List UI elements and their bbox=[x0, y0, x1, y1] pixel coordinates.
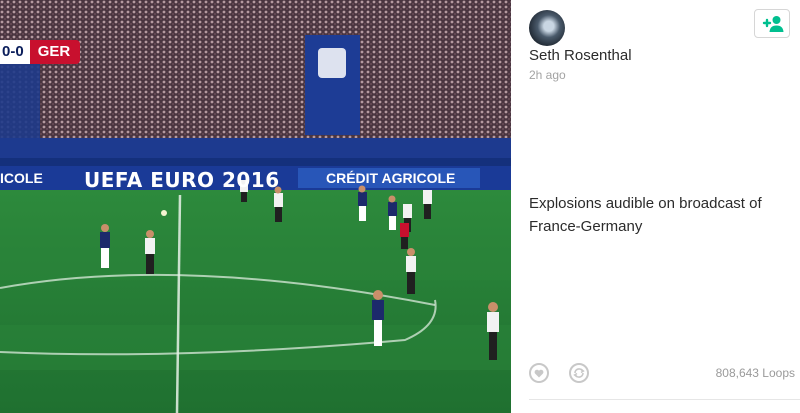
follow-button[interactable] bbox=[754, 9, 790, 38]
loop-count: 808,643 Loops bbox=[715, 366, 795, 380]
advert-board-left: ICOLE bbox=[0, 170, 43, 186]
score: 0-0 bbox=[0, 40, 30, 64]
avatar[interactable] bbox=[529, 10, 565, 46]
divider bbox=[529, 399, 800, 400]
add-user-icon bbox=[762, 15, 784, 32]
post-timestamp: 2h ago bbox=[529, 68, 566, 82]
heart-icon bbox=[534, 369, 544, 377]
post-panel: Seth Rosenthal 2h ago Explosions audible… bbox=[511, 0, 800, 413]
post-description: Explosions audible on broadcast of Franc… bbox=[529, 195, 762, 235]
team-name: GER bbox=[29, 40, 81, 64]
author-name[interactable]: Seth Rosenthal bbox=[529, 47, 632, 64]
advert-board-euro: UEFA EURO 2016 bbox=[84, 168, 280, 192]
scoreboard: 0-0 GER bbox=[0, 40, 81, 64]
like-button[interactable] bbox=[529, 363, 549, 383]
video-player[interactable]: 0-0 GER ICOLE UEFA EURO 2016 CRÉDIT AGRI… bbox=[0, 0, 511, 413]
revine-icon bbox=[573, 368, 585, 378]
advert-board-sponsor: CRÉDIT AGRICOLE bbox=[326, 170, 456, 186]
revine-button[interactable] bbox=[569, 363, 589, 383]
